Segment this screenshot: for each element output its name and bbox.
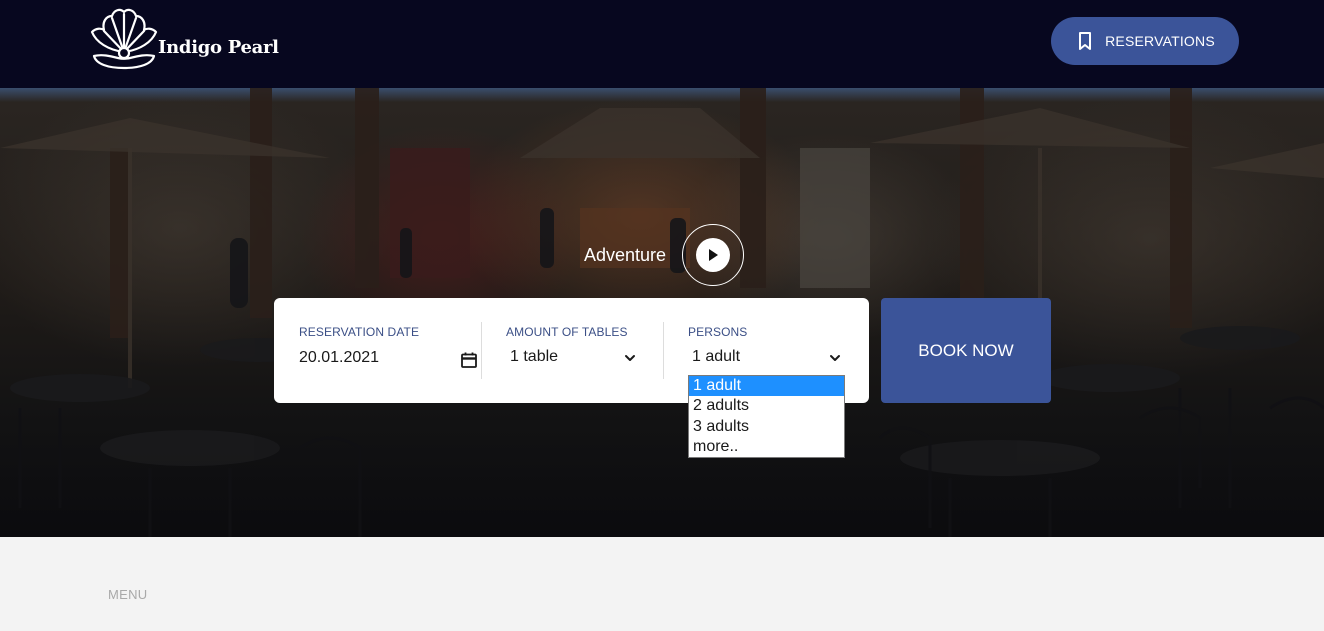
tables-label: AMOUNT OF TABLES [506, 325, 628, 339]
persons-option[interactable]: more.. [689, 437, 844, 457]
persons-dropdown-list: 1 adult 2 adults 3 adults more.. [688, 375, 845, 458]
play-icon [709, 249, 719, 261]
adventure-video: Adventure [584, 224, 745, 286]
menu-heading: MENU [108, 587, 148, 602]
adventure-label: Adventure [584, 244, 667, 265]
persons-option[interactable]: 2 adults [689, 396, 844, 416]
persons-label: PERSONS [688, 325, 748, 339]
book-now-button[interactable]: BOOK NOW [881, 298, 1051, 403]
play-button-disc [696, 238, 731, 272]
brand-logo[interactable]: Indigo Pearl [88, 5, 279, 75]
bookmark-icon [1079, 32, 1092, 50]
persons-option[interactable]: 1 adult [689, 376, 844, 397]
tables-field[interactable]: AMOUNT OF TABLES 1 table [506, 298, 656, 403]
chevron-down-icon [625, 355, 635, 361]
field-divider [663, 322, 664, 379]
brand-name: Indigo Pearl [158, 36, 279, 58]
reservation-date-field[interactable]: RESERVATION DATE 20.01.2021 [298, 298, 488, 403]
reservation-date-label: RESERVATION DATE [299, 325, 420, 339]
reservation-date-input[interactable]: 20.01.2021 [299, 349, 379, 367]
chevron-down-icon [830, 355, 840, 361]
field-divider [481, 322, 482, 379]
calendar-icon[interactable] [460, 351, 478, 369]
persons-option[interactable]: 3 adults [689, 417, 844, 437]
site-header: Indigo Pearl RESERVATIONS [0, 0, 1324, 88]
tables-select[interactable]: 1 table [510, 348, 558, 366]
persons-select[interactable]: 1 adult [692, 348, 740, 366]
reservations-button[interactable]: RESERVATIONS [1051, 17, 1239, 65]
menu-section: MENU [0, 537, 1324, 631]
shell-logo-icon [90, 8, 158, 70]
play-button[interactable] [682, 224, 745, 286]
reservations-label: RESERVATIONS [1105, 33, 1215, 49]
